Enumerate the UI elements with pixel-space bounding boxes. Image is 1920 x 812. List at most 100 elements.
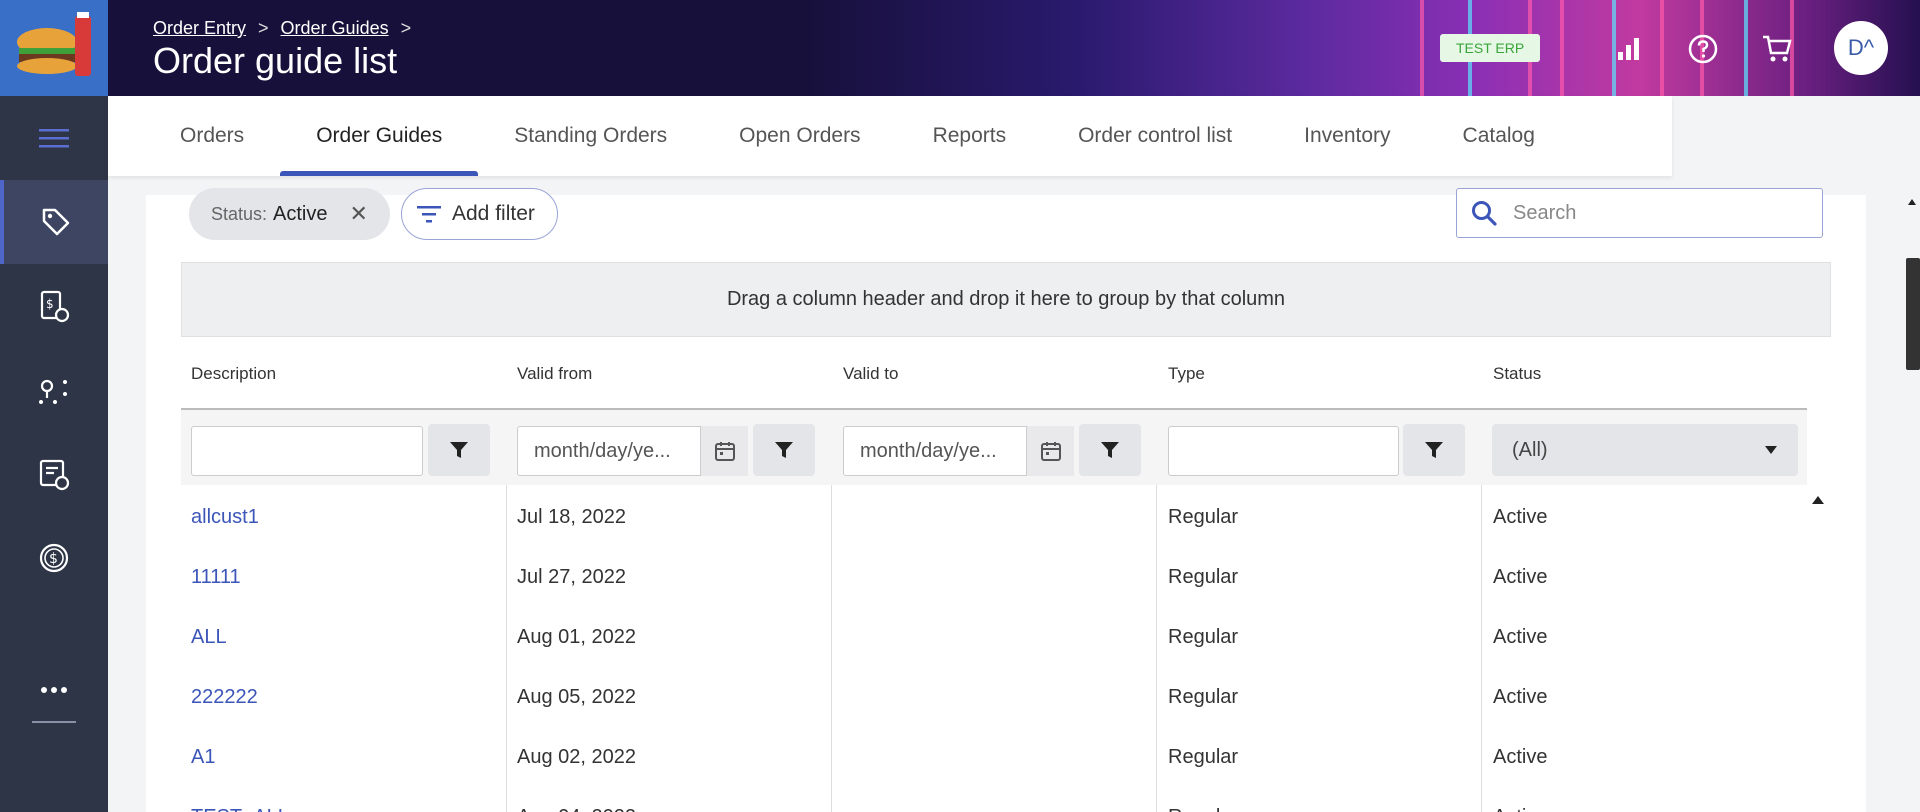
description-link[interactable]: 11111 [191,547,241,607]
app-logo[interactable] [0,0,108,96]
column-header-description[interactable]: Description [191,364,276,384]
status-filter-chip[interactable]: Status: Active ✕ [189,188,390,240]
tag-icon [42,208,70,236]
valid-to-calendar-button[interactable] [1026,426,1074,476]
column-header-valid-from[interactable]: Valid from [517,364,592,384]
environment-badge: TEST ERP [1440,34,1541,62]
breadcrumb: Order Entry > Order Guides > [153,18,411,39]
tab-order-control-list[interactable]: Order control list [1042,96,1268,176]
valid-from-calendar-button[interactable] [700,426,748,476]
status-filter-value: (All) [1512,438,1548,461]
hamburger-icon [39,129,69,148]
valid-from-cell: Jul 18, 2022 [517,505,626,528]
table-row[interactable]: ALL Aug 01, 2022 Regular Active [181,607,1807,667]
valid-from-cell: Aug 05, 2022 [517,685,636,708]
type-filter-input[interactable] [1168,426,1399,476]
description-link[interactable]: ALL [191,607,227,667]
sort-ascending-icon[interactable] [1811,495,1825,505]
close-icon[interactable]: ✕ [350,201,368,227]
funnel-icon [775,442,793,458]
more-icon [41,687,67,693]
cart-icon[interactable] [1760,32,1794,66]
invoice-icon: $ [40,290,70,323]
calendar-icon [1040,442,1061,461]
avatar-initials: D^ [1847,35,1875,60]
calendar-icon [714,442,735,461]
chip-value: Active [273,202,328,225]
description-filter-button[interactable] [428,424,490,476]
tab-inventory[interactable]: Inventory [1268,96,1426,176]
tab-standing-orders[interactable]: Standing Orders [478,96,703,176]
search-icon [1472,201,1497,226]
route-icon [39,379,67,404]
valid-from-cell: Aug 01, 2022 [517,625,636,648]
column-header-type[interactable]: Type [1168,364,1205,384]
add-filter-label: Add filter [452,202,535,225]
table-row[interactable]: allcust1 Jul 18, 2022 Regular Active [181,487,1807,547]
status-cell: Active [1493,685,1548,708]
sidebar-item-payments[interactable]: $ [0,516,108,600]
status-cell: Active [1493,505,1548,528]
status-filter-select[interactable]: (All) [1492,424,1798,476]
column-header-valid-to[interactable]: Valid to [843,364,898,384]
description-link[interactable]: 222222 [191,667,258,727]
search-input[interactable]: Search [1456,188,1823,238]
dollar-coin-icon: $ [39,543,69,573]
description-link[interactable]: allcust1 [191,487,259,547]
tab-orders[interactable]: Orders [144,96,280,176]
sidebar-item-routes[interactable] [0,348,108,432]
tab-catalog[interactable]: Catalog [1427,96,1571,176]
breadcrumb-order-entry[interactable]: Order Entry [153,18,246,39]
svg-text:$: $ [49,551,58,567]
tab-open-orders[interactable]: Open Orders [703,96,896,176]
group-by-panel[interactable]: Drag a column header and drop it here to… [181,262,1831,337]
valid-to-filter-button[interactable] [1079,424,1141,476]
table-row[interactable]: A1 Aug 02, 2022 Regular Active [181,727,1807,787]
sidebar: $ $ [0,96,108,812]
status-cell: Active [1493,787,1547,812]
type-cell: Regular [1168,787,1238,812]
valid-from-cell: Aug 02, 2022 [517,745,636,768]
report-icon [39,459,70,491]
menu-toggle[interactable] [0,96,108,180]
breadcrumb-separator: > [400,18,412,38]
table-row[interactable]: 222222 Aug 05, 2022 Regular Active [181,667,1807,727]
valid-from-placeholder: month/day/ye... [534,439,671,462]
description-filter-input[interactable] [191,426,423,476]
type-cell: Regular [1168,685,1239,708]
description-link[interactable]: TEST_ALL [191,787,289,812]
type-cell: Regular [1168,745,1239,768]
description-link[interactable]: A1 [191,727,215,787]
breadcrumb-separator: > [258,18,269,38]
type-filter-button[interactable] [1403,424,1465,476]
add-filter-button[interactable]: Add filter [401,188,558,240]
type-cell: Regular [1168,625,1239,648]
page-scrollbar-thumb[interactable] [1906,258,1920,370]
sidebar-item-reports[interactable] [0,432,108,516]
tab-order-guides[interactable]: Order Guides [280,96,479,176]
filter-list-icon [417,206,441,223]
valid-from-filter-button[interactable] [753,424,815,476]
valid-to-placeholder: month/day/ye... [860,439,997,462]
analytics-icon[interactable] [1612,32,1646,66]
svg-text:$: $ [46,297,54,311]
sidebar-more[interactable] [0,648,108,732]
help-icon[interactable] [1686,32,1720,66]
funnel-icon [1425,442,1443,458]
table-row[interactable]: TEST_ALL Aug 04, 2022 Regular Active [181,787,1807,812]
type-cell: Regular [1168,505,1239,528]
breadcrumb-order-guides[interactable]: Order Guides [281,18,389,39]
main-tabs: Orders Order Guides Standing Orders Open… [108,96,1672,176]
funnel-icon [1101,442,1119,458]
table-row[interactable]: 11111 Jul 27, 2022 Regular Active [181,547,1807,607]
tab-reports[interactable]: Reports [897,96,1043,176]
sidebar-item-orders[interactable] [0,180,108,264]
sidebar-item-invoices[interactable]: $ [0,264,108,348]
user-avatar[interactable]: D^ [1834,21,1888,75]
page-title: Order guide list [153,40,398,81]
column-header-status[interactable]: Status [1493,364,1541,384]
status-cell: Active [1493,745,1548,768]
scroll-up-icon[interactable] [1907,198,1917,206]
caret-down-icon [1765,446,1777,454]
app-header: Order Entry > Order Guides > Order guide… [0,0,1920,96]
